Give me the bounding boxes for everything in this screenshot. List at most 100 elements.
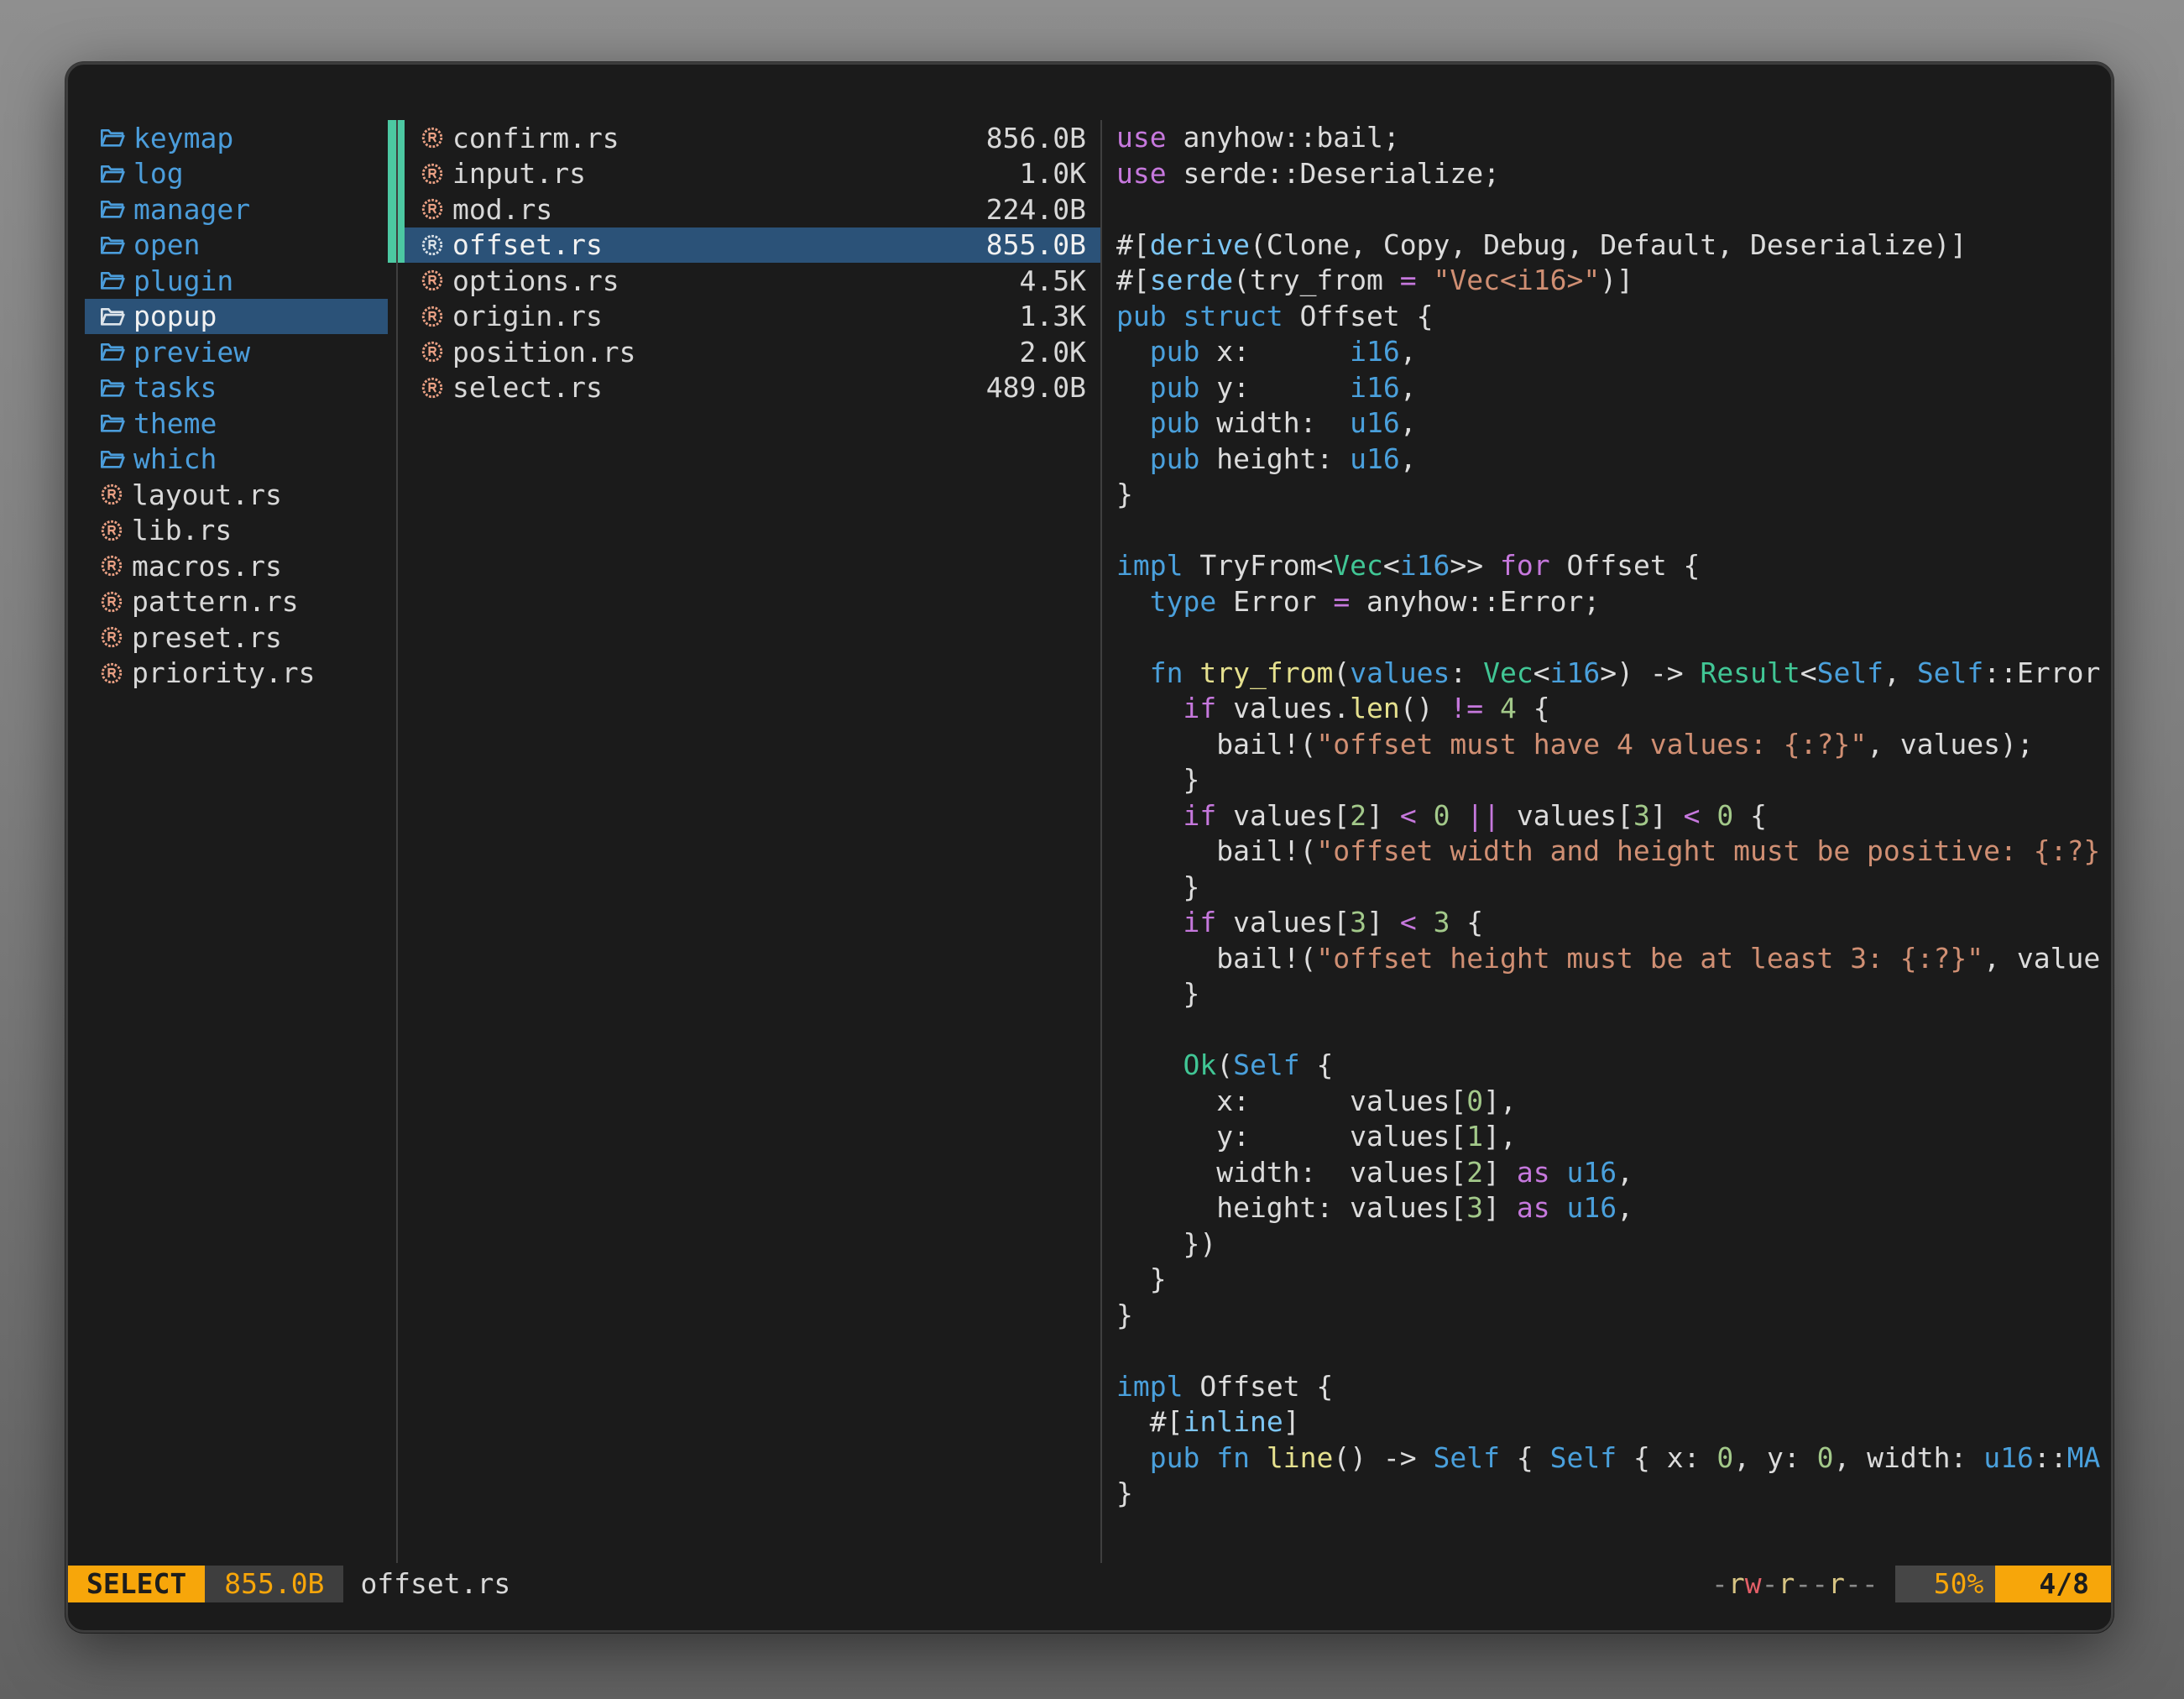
- folder-icon: [99, 410, 126, 437]
- file-row-log[interactable]: log: [85, 156, 388, 192]
- folder-icon: [99, 232, 126, 259]
- code-line: Ok(Self {: [1116, 1048, 2111, 1084]
- code-line: }: [1116, 1262, 2111, 1298]
- code-line: }): [1116, 1226, 2111, 1262]
- file-row-popup[interactable]: popup: [85, 299, 388, 335]
- file-size: 1.0K: [1020, 157, 1086, 190]
- parent-pane-file-list[interactable]: keymaplogmanageropenpluginpopuppreviewta…: [85, 120, 388, 691]
- file-name: select.rs: [452, 371, 603, 404]
- folder-icon: [99, 267, 126, 294]
- file-name: priority.rs: [132, 656, 316, 689]
- file-row-origin.rs[interactable]: origin.rs 1.3K: [405, 299, 1100, 335]
- code-line: }: [1116, 762, 2111, 798]
- code-line: [1116, 1012, 2111, 1048]
- file-name: position.rs: [452, 336, 636, 369]
- code-line: }: [1116, 976, 2111, 1012]
- rust-file-icon: [420, 125, 445, 150]
- code-line: #[inline]: [1116, 1404, 2111, 1440]
- file-size: 856.0B: [986, 122, 1086, 154]
- code-preview-pane[interactable]: use anyhow::bail;use serde::Deserialize;…: [1116, 120, 2111, 1581]
- code-line: if values[3] < 3 {: [1116, 905, 2111, 941]
- code-line: }: [1116, 870, 2111, 906]
- code-line: [1116, 1333, 2111, 1369]
- code-line: if values.len() != 4 {: [1116, 691, 2111, 727]
- code-line: pub struct Offset {: [1116, 299, 2111, 335]
- folder-icon: [99, 446, 126, 473]
- file-name: offset.rs: [452, 228, 603, 261]
- file-row-confirm.rs[interactable]: confirm.rs856.0B: [405, 120, 1100, 156]
- folder-icon: [99, 124, 126, 151]
- file-row-mod.rs[interactable]: mod.rs224.0B: [405, 191, 1100, 227]
- current-pane-file-list[interactable]: confirm.rs856.0Binput.rs1.0Kmod.rs224.0B…: [405, 120, 1100, 405]
- rust-file-icon: [420, 233, 445, 258]
- code-line: pub x: i16,: [1116, 334, 2111, 370]
- file-name: keymap: [133, 122, 233, 154]
- file-row-options.rs[interactable]: options.rs4.5K: [405, 263, 1100, 299]
- file-permissions: -rw-r--r--: [1711, 1567, 1878, 1600]
- file-name: preset.rs: [132, 621, 282, 654]
- rust-file-icon: [99, 661, 124, 686]
- code-line: }: [1116, 1476, 2111, 1512]
- file-row-input.rs[interactable]: input.rs1.0K: [405, 156, 1100, 192]
- file-size: 2.0K: [1020, 336, 1086, 369]
- file-name: lib.rs: [132, 514, 232, 546]
- code-line: width: values[2] as u16,: [1116, 1155, 2111, 1191]
- rust-file-icon: [99, 518, 124, 543]
- folder-icon: [99, 374, 126, 401]
- code-line: [1116, 513, 2111, 549]
- code-line: pub fn line() -> Self { Self { x: 0, y: …: [1116, 1440, 2111, 1477]
- file-row-layout.rs[interactable]: layout.rs: [85, 477, 388, 513]
- file-row-position.rs[interactable]: position.rs 2.0K: [405, 334, 1100, 370]
- file-row-open[interactable]: open: [85, 227, 388, 264]
- file-name: layout.rs: [132, 478, 282, 511]
- file-row-pattern.rs[interactable]: pattern.rs: [85, 584, 388, 620]
- folder-icon: [99, 303, 126, 330]
- rust-file-icon: [420, 196, 445, 222]
- file-row-manager[interactable]: manager: [85, 191, 388, 227]
- code-line: height: values[3] as u16,: [1116, 1190, 2111, 1226]
- file-row-keymap[interactable]: keymap: [85, 120, 388, 156]
- scroll-percent-badge: 50%: [1895, 1566, 1996, 1602]
- file-row-macros.rs[interactable]: macros.rs: [85, 548, 388, 584]
- file-row-preset.rs[interactable]: preset.rs: [85, 619, 388, 656]
- pane-separator-left: [396, 120, 398, 1563]
- file-name: preview: [133, 336, 250, 369]
- file-size-badge: 855.0B: [205, 1566, 343, 1602]
- rust-file-icon: [99, 553, 124, 578]
- folder-icon: [99, 160, 126, 187]
- code-line: fn try_from(values: Vec<i16>) -> Result<…: [1116, 656, 2111, 692]
- code-line: x: values[0],: [1116, 1084, 2111, 1120]
- code-line: pub height: u16,: [1116, 442, 2111, 478]
- file-row-priority.rs[interactable]: priority.rs: [85, 656, 388, 692]
- code-line: bail!("offset must have 4 values: {:?}",…: [1116, 727, 2111, 763]
- pane-separator-right: [1100, 120, 1102, 1563]
- file-row-select.rs[interactable]: select.rs489.0B: [405, 370, 1100, 406]
- cursor-position-badge: 4/8: [1995, 1566, 2111, 1602]
- rust-file-icon: [420, 161, 445, 186]
- status-bar: SELECT 855.0B offset.rs -rw-r--r-- 50% 4…: [68, 1564, 2111, 1603]
- file-row-plugin[interactable]: plugin: [85, 263, 388, 299]
- file-row-theme[interactable]: theme: [85, 405, 388, 442]
- file-size: 1.3K: [1020, 300, 1086, 332]
- code-line: impl TryFrom<Vec<i16>> for Offset {: [1116, 548, 2111, 584]
- code-line: }: [1116, 477, 2111, 513]
- file-name: theme: [133, 407, 217, 440]
- folder-icon: [99, 196, 126, 222]
- file-row-which[interactable]: which: [85, 442, 388, 478]
- code-line: y: values[1],: [1116, 1119, 2111, 1155]
- rust-file-icon: [420, 268, 445, 293]
- file-name: manager: [133, 193, 250, 226]
- file-name: tasks: [133, 371, 217, 404]
- rust-file-icon: [420, 304, 445, 329]
- file-name: pattern.rs: [132, 585, 299, 618]
- file-row-tasks[interactable]: tasks: [85, 370, 388, 406]
- code-line: #[serde(try_from = "Vec<i16>")]: [1116, 263, 2111, 299]
- file-name: origin.rs: [452, 300, 603, 332]
- file-row-lib.rs[interactable]: lib.rs: [85, 513, 388, 549]
- folder-icon: [99, 338, 126, 365]
- file-row-offset.rs[interactable]: offset.rs855.0B: [405, 227, 1100, 264]
- file-row-preview[interactable]: preview: [85, 334, 388, 370]
- code-line: if values[2] < 0 || values[3] < 0 {: [1116, 798, 2111, 834]
- file-manager-window: keymaplogmanageropenpluginpopuppreviewta…: [65, 62, 2113, 1633]
- status-filename: offset.rs: [360, 1567, 510, 1600]
